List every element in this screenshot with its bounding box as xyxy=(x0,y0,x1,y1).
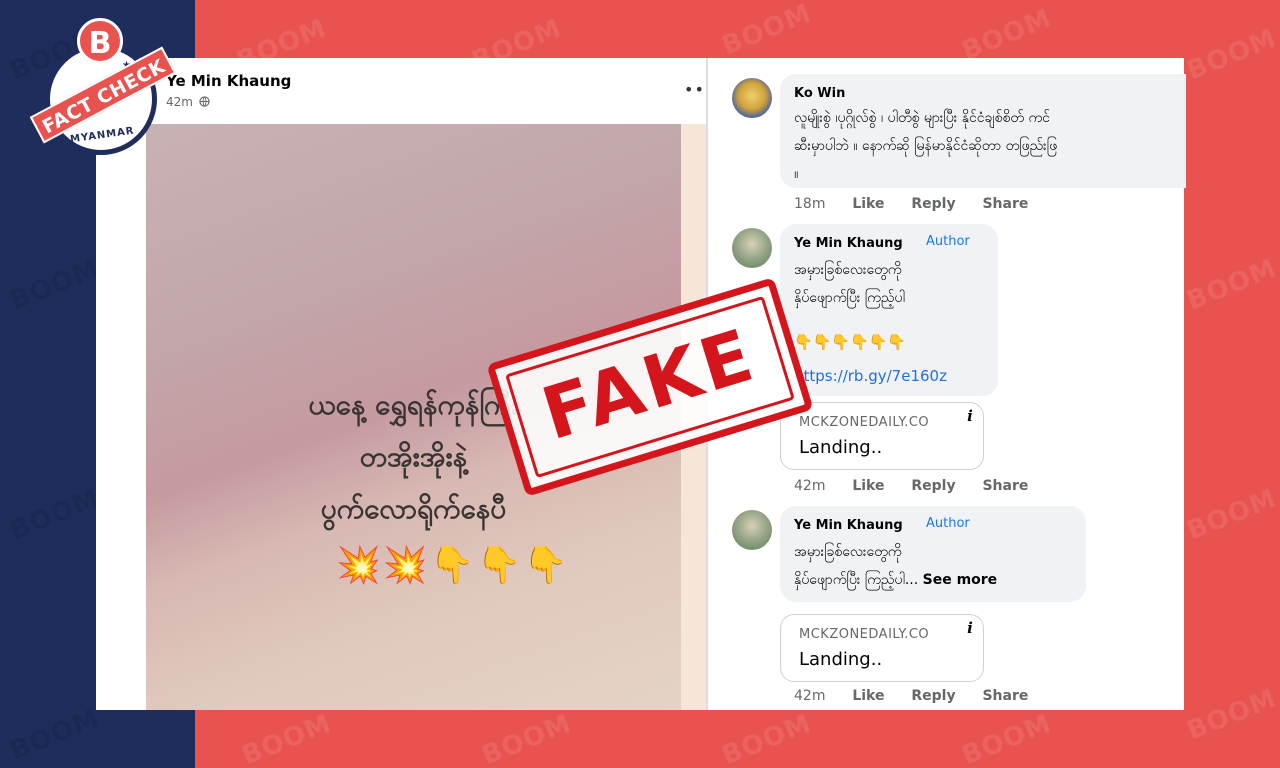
comment-line: အမှားခြစ်လေးတွေကို xyxy=(794,262,902,278)
reply-button[interactable]: Reply xyxy=(911,688,955,704)
like-button[interactable]: Like xyxy=(852,196,884,212)
comment-time[interactable]: 42m xyxy=(794,478,825,494)
comment-text: အမှားခြစ်လေးတွေကို နှိပ်ဖျောက်ပြီး ကြည့်… xyxy=(794,256,905,312)
reply-button[interactable]: Reply xyxy=(911,196,955,212)
info-icon[interactable]: i xyxy=(959,405,981,427)
caption-line: ပွက်လောရိုက်နေပီ xyxy=(320,492,507,525)
comment-line: ဆီးမှာပါဘဲ ။ နောက်ဆို မြန်မာနိုင်ငံဆိုတာ… xyxy=(794,138,1058,154)
comment-line: ။ xyxy=(794,166,799,182)
post-time[interactable]: 42m xyxy=(166,95,193,109)
comment-emojis: 👇👇👇👇👇👇 xyxy=(794,333,907,351)
share-button[interactable]: Share xyxy=(982,196,1028,212)
caption-emojis: 💥💥👇👇👇 xyxy=(336,545,571,586)
author-badge: Author xyxy=(926,234,970,249)
see-more-link[interactable]: See more xyxy=(923,572,998,588)
share-button[interactable]: Share xyxy=(982,478,1028,494)
comment-line: နှိပ်ဖျောက်ပြီး ကြည့်ပါ xyxy=(794,290,905,306)
comment-line-text: နှိပ်ဖျောက်ပြီး ကြည့်ပါ... xyxy=(794,572,919,588)
comment-link[interactable]: https://rb.gy/7e160z xyxy=(794,367,947,385)
fact-check-badge: B ★ ★ FACT CHECK MYANMAR xyxy=(29,18,177,158)
link-preview-card[interactable]: MCKZONEDAILY.CO Landing.. i xyxy=(780,402,984,470)
link-domain: MCKZONEDAILY.CO xyxy=(799,415,930,430)
link-title: Landing.. xyxy=(799,649,883,670)
author-badge: Author xyxy=(926,516,970,531)
post-author-name[interactable]: Ye Min Khaung xyxy=(166,72,291,90)
comment-author[interactable]: Ko Win xyxy=(794,86,845,101)
comment-line: အမှားခြစ်လေးတွေကို xyxy=(794,544,902,560)
info-icon[interactable]: i xyxy=(959,617,981,639)
avatar[interactable] xyxy=(732,510,772,550)
reply-button[interactable]: Reply xyxy=(911,478,955,494)
like-button[interactable]: Like xyxy=(852,478,884,494)
link-domain: MCKZONEDAILY.CO xyxy=(799,627,930,642)
post-meta: 42m xyxy=(166,95,210,109)
comment-author[interactable]: Ye Min Khaung xyxy=(794,518,903,533)
comment-text: အမှားခြစ်လေးတွေကို နှိပ်ဖျောက်ပြီး ကြည့်… xyxy=(794,538,997,594)
comment-time[interactable]: 18m xyxy=(794,196,825,212)
like-button[interactable]: Like xyxy=(852,688,884,704)
link-title: Landing.. xyxy=(799,437,883,458)
avatar[interactable] xyxy=(732,228,772,268)
avatar[interactable] xyxy=(732,78,772,118)
comment-line: လူမျိုးစွဲ ၊ပုဂ္ဂိုလ်စွဲ ၊ ပါတီစွဲ များပ… xyxy=(794,110,1050,126)
boom-logo-icon: B xyxy=(77,18,123,64)
comment-actions: 42m Like Reply Share xyxy=(794,688,1050,704)
link-preview-card[interactable]: MCKZONEDAILY.CO Landing.. i xyxy=(780,614,984,682)
comment-actions: 18m Like Reply Share xyxy=(794,196,1050,212)
globe-icon xyxy=(197,95,210,109)
comment-text: လူမျိုးစွဲ ၊ပုဂ္ဂိုလ်စွဲ ၊ ပါတီစွဲ များပ… xyxy=(794,104,1184,188)
comment-line: နှိပ်ဖျောက်ပြီး ကြည့်ပါ... See more xyxy=(794,566,997,594)
share-button[interactable]: Share xyxy=(982,688,1028,704)
comment-author[interactable]: Ye Min Khaung xyxy=(794,236,903,251)
comment-time[interactable]: 42m xyxy=(794,688,825,704)
comment-actions: 42m Like Reply Share xyxy=(794,478,1050,494)
